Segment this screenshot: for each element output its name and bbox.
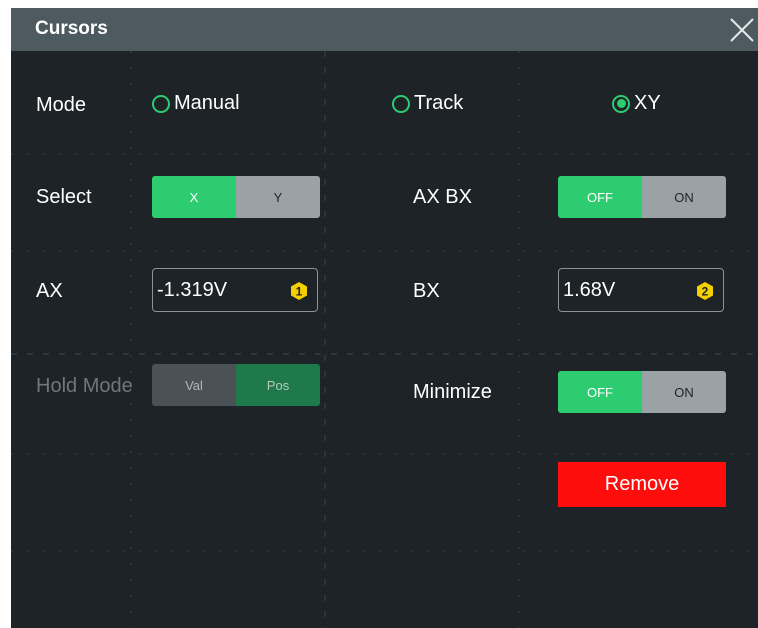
select-toggle[interactable]: X Y — [152, 176, 320, 218]
bx-value-field[interactable]: 1.68V 2 — [558, 268, 724, 312]
knob-2-badge-icon: 2 — [697, 282, 713, 300]
radio-unchecked-icon — [392, 94, 410, 113]
close-icon[interactable] — [728, 16, 756, 44]
bx-label: BX — [413, 280, 440, 302]
cursors-dialog: Cursors Mode Manual Track XY Select X Y … — [11, 8, 758, 628]
remove-button[interactable]: Remove — [558, 462, 726, 507]
mode-option-label: Track — [414, 92, 464, 114]
minimize-on-option[interactable]: ON — [642, 371, 726, 413]
hold-mode-pos-option: Pos — [236, 364, 320, 406]
ax-bx-off-option[interactable]: OFF — [558, 176, 642, 218]
radio-checked-icon — [612, 94, 630, 113]
mode-radio-xy[interactable]: XY — [612, 92, 661, 115]
ax-value-field[interactable]: -1.319V 1 — [152, 268, 318, 312]
select-y-option[interactable]: Y — [236, 176, 320, 218]
ax-bx-toggle[interactable]: OFF ON — [558, 176, 726, 218]
mode-option-label: XY — [634, 92, 661, 114]
radio-unchecked-icon — [152, 94, 170, 113]
hold-mode-toggle: Val Pos — [152, 364, 320, 406]
hold-mode-val-option: Val — [152, 364, 236, 406]
ax-label: AX — [36, 280, 63, 302]
knob-1-badge-icon: 1 — [291, 282, 307, 300]
minimize-off-option[interactable]: OFF — [558, 371, 642, 413]
svg-text:2: 2 — [702, 285, 709, 299]
title-bar: Cursors — [11, 8, 758, 51]
dialog-title: Cursors — [35, 18, 108, 39]
hold-mode-label: Hold Mode — [36, 375, 133, 397]
bx-value: 1.68V — [563, 279, 616, 301]
svg-text:1: 1 — [296, 285, 303, 299]
ax-value: -1.319V — [157, 279, 228, 301]
mode-radio-track[interactable]: Track — [392, 92, 463, 115]
mode-label: Mode — [36, 94, 87, 116]
select-x-option[interactable]: X — [152, 176, 236, 218]
minimize-label: Minimize — [413, 381, 492, 403]
ax-bx-label: AX BX — [413, 186, 472, 208]
minimize-toggle[interactable]: OFF ON — [558, 371, 726, 413]
ax-bx-on-option[interactable]: ON — [642, 176, 726, 218]
background-grid — [11, 51, 758, 628]
mode-radio-manual[interactable]: Manual — [152, 92, 240, 115]
mode-option-label: Manual — [174, 92, 240, 114]
select-label: Select — [36, 186, 92, 208]
